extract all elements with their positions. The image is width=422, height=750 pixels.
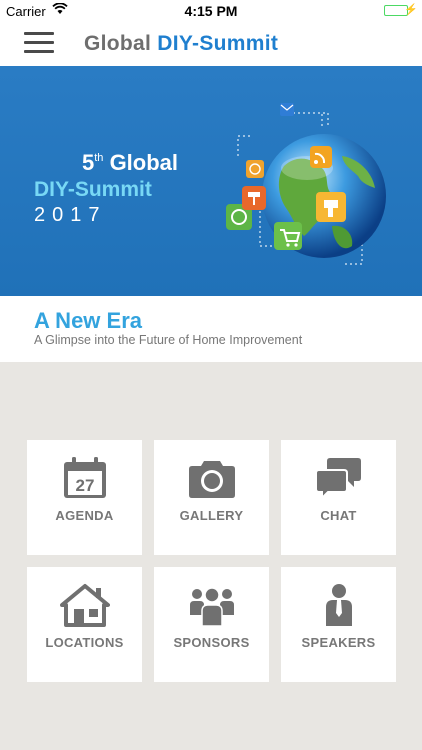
camera-icon — [154, 454, 269, 502]
globe-illustration — [212, 96, 412, 296]
tile-label: LOCATIONS — [45, 635, 124, 650]
house-icon — [27, 581, 142, 629]
banner-edition: 5th Global — [82, 150, 178, 176]
status-bar: Carrier 4:15 PM ⚡ — [0, 0, 422, 22]
people-group-icon — [154, 581, 269, 629]
tile-sponsors[interactable]: SPONSORS — [154, 567, 269, 682]
tile-speakers[interactable]: SPEAKERS — [281, 567, 396, 682]
app-title-diy-summit: DIY-Summit — [157, 32, 279, 55]
tagline-subtitle: A Glimpse into the Future of Home Improv… — [34, 333, 303, 347]
hamburger-menu-icon[interactable] — [24, 32, 54, 54]
tile-label: AGENDA — [55, 508, 114, 523]
tile-label: CHAT — [320, 508, 357, 523]
tagline-title: A New Era — [34, 308, 143, 333]
tagline-section: A New Era A Glimpse into the Future of H… — [0, 296, 422, 362]
clock: 4:15 PM — [184, 3, 238, 19]
nav-bar: Global DIY-Summit — [0, 22, 422, 66]
banner-ordinal: 5 — [82, 150, 95, 175]
app-title-global: Global — [84, 32, 152, 55]
paint-roller-app-badge — [242, 186, 266, 210]
globe-app-badge — [246, 160, 264, 178]
banner-global: Global — [109, 150, 179, 175]
tile-label: SPONSORS — [173, 635, 250, 650]
event-banner: 5th Global DIY-Summit 2017 — [0, 66, 422, 296]
mail-app-badge — [280, 103, 294, 116]
drill-app-badge — [316, 192, 346, 222]
banner-diy-summit: DIY-Summit — [34, 178, 152, 201]
tile-agenda[interactable]: 27 AGENDA — [27, 440, 142, 555]
chat-bubbles-icon — [281, 454, 396, 502]
rss-app-badge — [310, 146, 332, 168]
cart-app-badge — [274, 222, 302, 250]
calendar-icon: 27 — [27, 454, 142, 502]
tile-gallery[interactable]: GALLERY — [154, 440, 269, 555]
calendar-day: 27 — [75, 476, 94, 495]
speaker-person-icon — [281, 581, 396, 629]
banner-year: 2017 — [34, 204, 107, 226]
tile-label: GALLERY — [179, 508, 244, 523]
tile-locations[interactable]: LOCATIONS — [27, 567, 142, 682]
app-title: Global DIY-Summit — [84, 32, 278, 56]
banner-ordinal-suffix: th — [94, 152, 104, 164]
charging-bolt-icon: ⚡ — [404, 4, 418, 16]
tile-chat[interactable]: CHAT — [281, 440, 396, 555]
tile-label: SPEAKERS — [301, 635, 376, 650]
